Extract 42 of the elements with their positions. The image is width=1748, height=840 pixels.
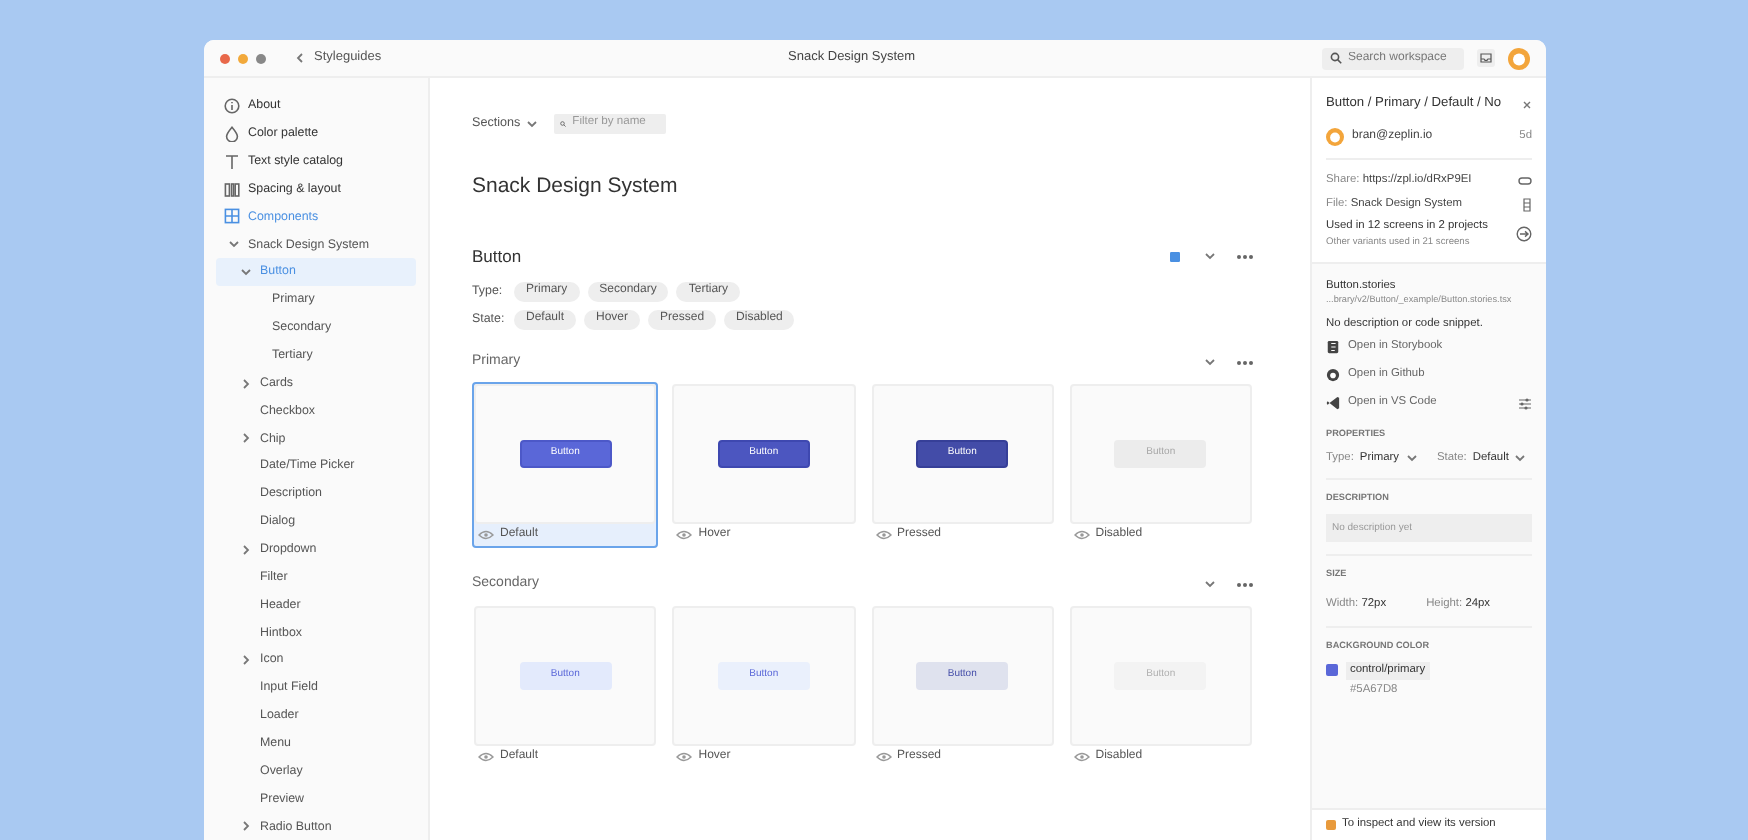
info-icon [224,97,240,114]
chevron-icon[interactable] [240,432,252,445]
eye-icon [1073,752,1090,762]
chevron-icon[interactable] [240,654,252,667]
arrow-circle-icon[interactable] [1516,225,1532,242]
chevron-icon[interactable] [240,377,252,390]
search-icon [1330,52,1342,64]
eye-icon [676,752,693,762]
layout-icon [224,181,240,197]
chevron-icon[interactable] [240,543,252,556]
caret-icon[interactable] [1514,451,1527,464]
search-icon [560,117,567,129]
eye-icon [478,752,494,762]
chevron-icon[interactable] [240,820,252,833]
book-icon [1326,340,1340,355]
link-icon[interactable] [1518,175,1532,185]
components-icon [224,208,240,225]
back-icon [294,52,306,64]
chevron-icon[interactable] [240,266,252,279]
caret-icon[interactable] [1405,451,1418,464]
chevron-icon[interactable] [228,238,240,251]
eye-icon [875,752,891,762]
more-icon[interactable] [1236,253,1254,259]
eye-icon [1073,530,1090,540]
component-title: Button [472,243,524,269]
settings-icon[interactable] [1518,397,1532,410]
text-icon [224,153,240,170]
page-heading: Snack Design System [472,174,680,198]
more-icon[interactable] [1236,359,1254,365]
close-icon[interactable] [1522,99,1532,109]
eye-icon [875,530,891,540]
avatar-icon [1326,128,1344,146]
note-icon [1326,820,1336,831]
more-icon[interactable] [1236,581,1254,587]
drop-icon [224,125,240,142]
eye-icon [478,530,494,540]
caret-icon[interactable] [1204,578,1216,590]
caret-icon[interactable] [1204,356,1216,368]
inbox-icon[interactable] [1476,48,1496,68]
caret-icon[interactable] [526,117,539,129]
eye-icon [676,530,693,540]
caret-icon[interactable] [1204,250,1216,262]
